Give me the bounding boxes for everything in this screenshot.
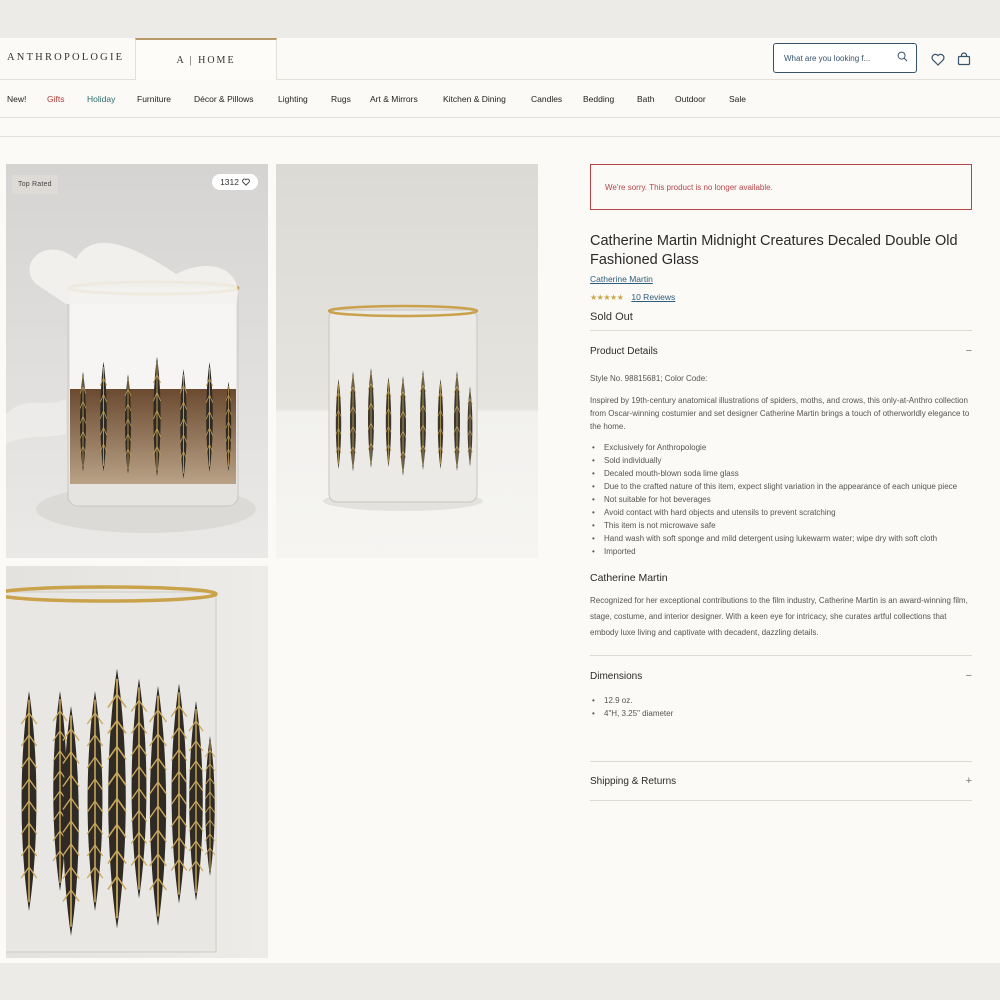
product-page: ANTHROPOLOGIE A | HOME New! Gifts Holida… bbox=[0, 38, 1000, 963]
shipping-returns-header[interactable]: Shipping & Returns + bbox=[590, 775, 972, 787]
unavailable-alert: We're sorry. This product is no longer a… bbox=[590, 164, 972, 210]
product-image-1[interactable]: Top Rated 1312 bbox=[6, 164, 268, 558]
nav-item-rugs[interactable]: Rugs bbox=[331, 94, 351, 104]
style-number: Style No. 98815681; Color Code: bbox=[590, 374, 708, 383]
nav-item-bath[interactable]: Bath bbox=[637, 94, 655, 104]
list-item: Imported bbox=[590, 545, 972, 558]
product-rating: ★★★★★ 10 Reviews bbox=[590, 292, 972, 302]
expand-icon[interactable]: + bbox=[966, 775, 972, 787]
list-item: 12.9 oz. bbox=[590, 694, 972, 707]
site-header: ANTHROPOLOGIE A | HOME bbox=[0, 38, 1000, 80]
heart-icon[interactable] bbox=[930, 51, 946, 67]
home-tab[interactable]: A | HOME bbox=[135, 38, 277, 80]
nav-item-gifts[interactable]: Gifts bbox=[47, 94, 64, 104]
nav-item-holiday[interactable]: Holiday bbox=[87, 94, 115, 104]
designer-heading: Catherine Martin bbox=[590, 572, 668, 584]
nav-item-new[interactable]: New! bbox=[7, 94, 26, 104]
shipping-returns-heading: Shipping & Returns bbox=[590, 775, 677, 787]
bag-icon[interactable] bbox=[956, 51, 972, 67]
brand-logo[interactable]: ANTHROPOLOGIE bbox=[7, 52, 124, 63]
main-nav: New! Gifts Holiday Furniture Décor & Pil… bbox=[0, 80, 1000, 118]
product-details-header[interactable]: Product Details − bbox=[590, 345, 972, 357]
list-item: Decaled mouth-blown soda lime glass bbox=[590, 467, 972, 480]
nav-item-bedding[interactable]: Bedding bbox=[583, 94, 614, 104]
list-item: Sold individually bbox=[590, 454, 972, 467]
reviews-link[interactable]: 10 Reviews bbox=[631, 292, 675, 302]
nav-item-outdoor[interactable]: Outdoor bbox=[675, 94, 706, 104]
likes-count: 1312 bbox=[220, 177, 239, 187]
stock-status: Sold Out bbox=[590, 311, 633, 323]
likes-counter[interactable]: 1312 bbox=[212, 174, 258, 190]
product-details-heading: Product Details bbox=[590, 345, 658, 357]
product-title: Catherine Martin Midnight Creatures Deca… bbox=[590, 233, 958, 268]
product-info-panel: We're sorry. This product is no longer a… bbox=[590, 164, 972, 801]
nav-item-lighting[interactable]: Lighting bbox=[278, 94, 308, 104]
rating-stars: ★★★★★ bbox=[590, 292, 624, 302]
product-features-list: Exclusively for Anthropologie Sold indiv… bbox=[590, 441, 972, 558]
list-item: Not suitable for hot beverages bbox=[590, 493, 972, 506]
list-item: Avoid contact with hard objects and uten… bbox=[590, 506, 972, 519]
section-divider bbox=[590, 800, 972, 801]
product-image-2[interactable] bbox=[276, 164, 538, 558]
nav-item-decor-pillows[interactable]: Décor & Pillows bbox=[194, 94, 254, 104]
list-item: This item is not microwave safe bbox=[590, 519, 972, 532]
nav-item-kitchen-dining[interactable]: Kitchen & Dining bbox=[443, 94, 506, 104]
dimensions-heading: Dimensions bbox=[590, 670, 643, 682]
nav-item-candles[interactable]: Candles bbox=[531, 94, 562, 104]
top-rated-badge: Top Rated bbox=[12, 175, 58, 194]
heart-icon bbox=[242, 178, 250, 186]
search-input[interactable] bbox=[784, 53, 897, 63]
designer-bio: Recognized for her exceptional contribut… bbox=[590, 596, 968, 637]
breadcrumb-divider bbox=[0, 136, 1000, 137]
brand-link[interactable]: Catherine Martin bbox=[590, 274, 972, 284]
list-item: 4"H, 3.25" diameter bbox=[590, 707, 972, 720]
list-item: Due to the crafted nature of this item, … bbox=[590, 480, 972, 493]
section-divider bbox=[590, 655, 972, 656]
dimensions-list: 12.9 oz. 4"H, 3.25" diameter bbox=[590, 694, 972, 720]
list-item: Hand wash with soft sponge and mild dete… bbox=[590, 532, 972, 545]
search-box[interactable] bbox=[773, 43, 917, 73]
dimensions-header[interactable]: Dimensions − bbox=[590, 670, 972, 682]
section-divider bbox=[590, 761, 972, 762]
product-image-3[interactable] bbox=[6, 566, 268, 958]
collapse-icon[interactable]: − bbox=[966, 345, 972, 357]
list-item: Exclusively for Anthropologie bbox=[590, 441, 972, 454]
section-divider bbox=[590, 330, 972, 331]
nav-item-furniture[interactable]: Furniture bbox=[137, 94, 171, 104]
nav-item-art-mirrors[interactable]: Art & Mirrors bbox=[370, 94, 418, 104]
collapse-icon[interactable]: − bbox=[966, 670, 972, 682]
search-icon[interactable] bbox=[897, 49, 908, 67]
product-description: Inspired by 19th-century anatomical illu… bbox=[590, 396, 970, 431]
nav-item-sale[interactable]: Sale bbox=[729, 94, 746, 104]
